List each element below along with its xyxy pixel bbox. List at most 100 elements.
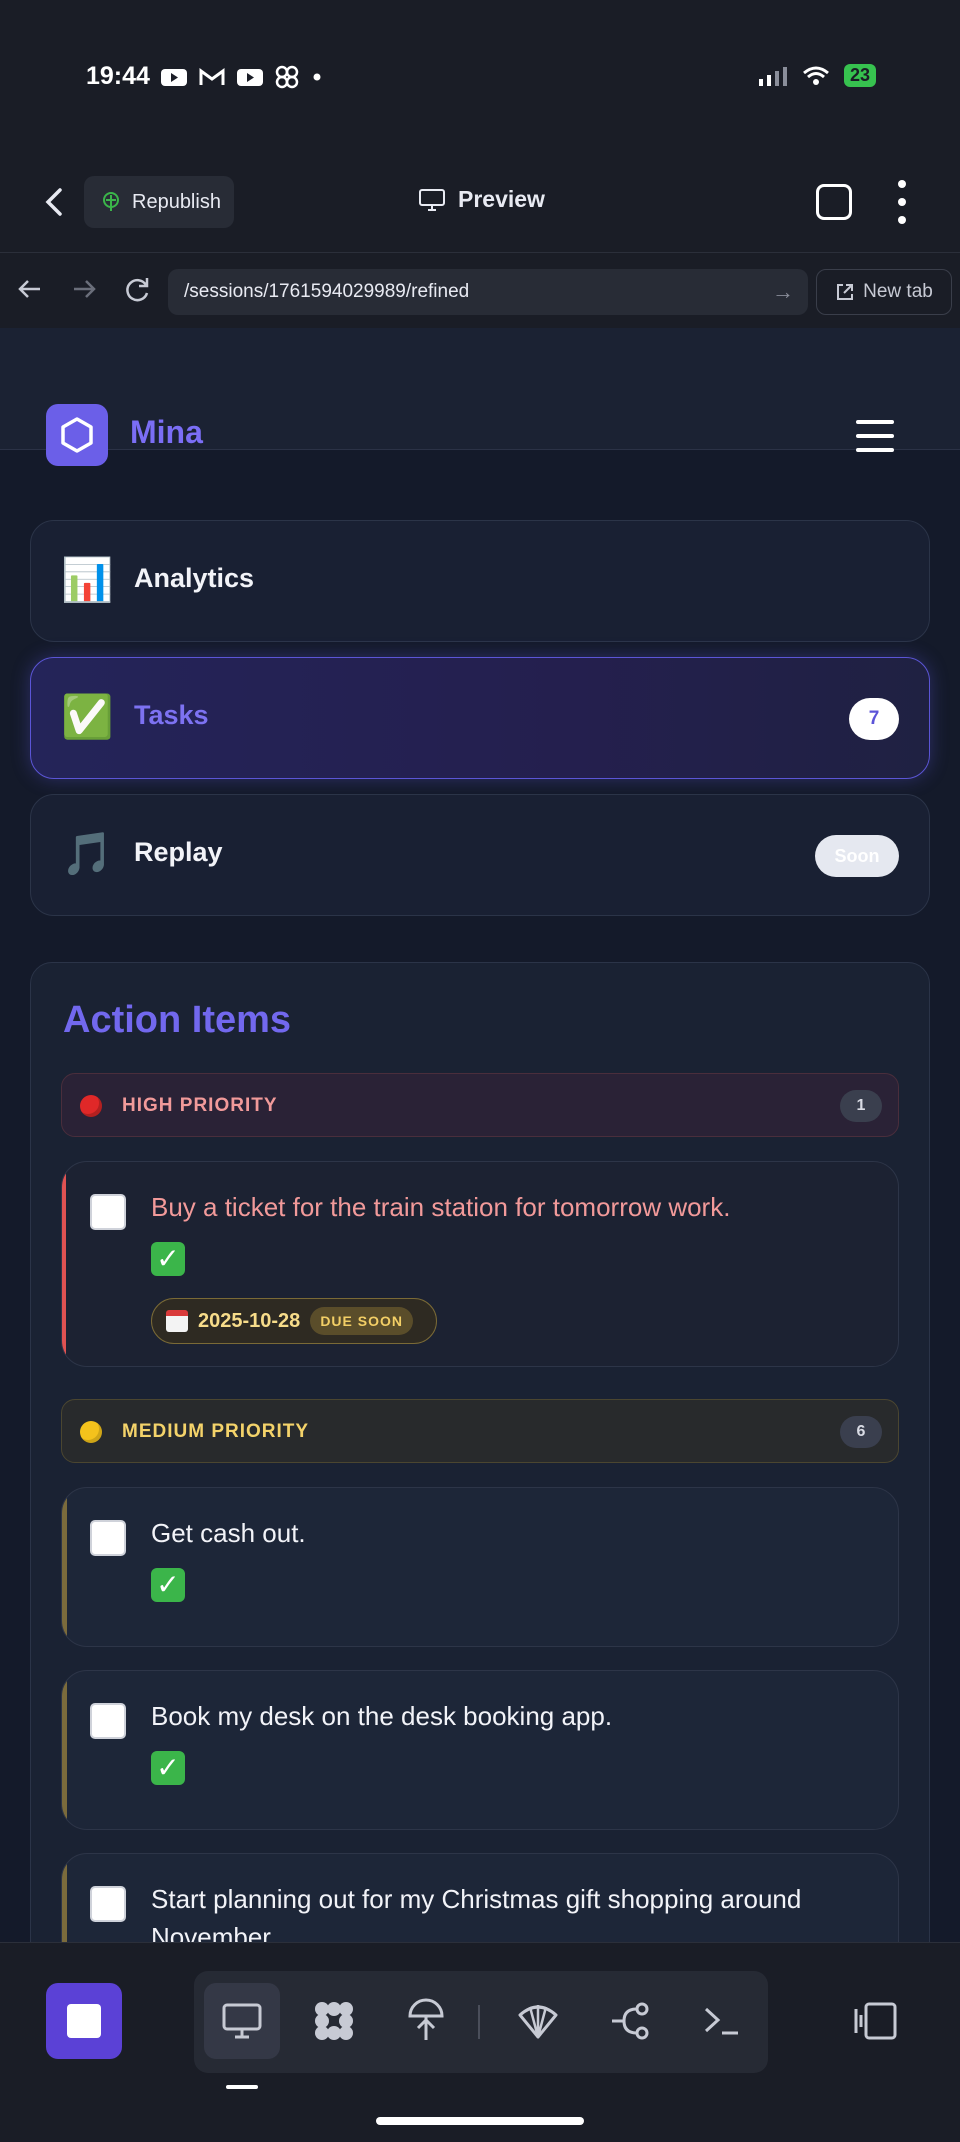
- app-icon: [275, 65, 299, 89]
- task-text: Buy a ticket for the train station for t…: [151, 1192, 731, 1222]
- brand-name: Mina: [130, 414, 203, 450]
- task-text: Book my desk on the desk booking app.: [151, 1701, 613, 1731]
- status-time: 19:44: [86, 62, 150, 90]
- battery-indicator: 23: [843, 64, 876, 87]
- divider: [478, 2005, 480, 2039]
- new-tab-label: New tab: [863, 281, 933, 302]
- workflow-tool[interactable]: [296, 1983, 372, 2059]
- tasks-count-badge: 7: [849, 698, 899, 740]
- preview-tool[interactable]: [204, 1983, 280, 2059]
- nav-forward-icon[interactable]: [70, 275, 98, 309]
- app-logo[interactable]: [46, 404, 108, 466]
- check-mark-icon: ✓: [151, 1242, 185, 1276]
- external-link-icon: [837, 284, 854, 300]
- dot-icon: [313, 73, 321, 81]
- new-tab-button[interactable]: New tab: [816, 269, 952, 315]
- stop-icon: [67, 2004, 101, 2038]
- nav-card-label: Tasks: [134, 700, 209, 730]
- check-icon: ✅: [61, 693, 114, 740]
- system-indicators: 23: [758, 64, 876, 87]
- notification-icons: [160, 64, 324, 90]
- monitor-icon: [222, 2003, 262, 2039]
- wifi-icon: [803, 66, 829, 85]
- check-mark-icon: ✓: [151, 1568, 185, 1602]
- high-priority-header[interactable]: HIGH PRIORITY 1: [61, 1073, 899, 1137]
- youtube-icon: [237, 69, 263, 86]
- task-item: Book my desk on the desk booking app. ✓: [61, 1670, 899, 1830]
- go-arrow-icon[interactable]: →: [772, 269, 794, 315]
- stop-button[interactable]: [46, 1983, 122, 2059]
- yellow-circle-icon: [80, 1421, 102, 1443]
- due-date-chip: 2025-10-28 DUE SOON: [151, 1298, 437, 1344]
- sidebar-toggle-icon[interactable]: [852, 2001, 898, 2046]
- app-header: Republish Preview: [0, 150, 960, 252]
- page-viewport: Mina 📊 Analytics ✅ Tasks 7 🎵 Replay Soon…: [0, 328, 960, 1942]
- chevron-left-icon: [45, 188, 62, 216]
- tabs-icon[interactable]: [816, 184, 852, 220]
- due-soon-tag: DUE SOON: [310, 1307, 413, 1335]
- republish-label: Republish: [132, 190, 221, 213]
- url-text: /sessions/1761594029989/refined: [184, 281, 470, 302]
- back-button[interactable]: [38, 184, 74, 220]
- action-items-panel: Action Items HIGH PRIORITY 1 Buy a ticke…: [30, 962, 930, 1942]
- terminal-tool[interactable]: [684, 1983, 760, 2059]
- tool-group: [194, 1971, 768, 2073]
- task-item: Get cash out. ✓: [61, 1487, 899, 1647]
- grid-blob-icon: [315, 2002, 353, 2040]
- themes-tool[interactable]: [500, 1983, 576, 2059]
- browser-url-bar: /sessions/1761594029989/refined → New ta…: [0, 252, 960, 328]
- youtube-icon: [161, 69, 187, 86]
- task-checkbox[interactable]: [90, 1886, 126, 1922]
- priority-title: MEDIUM PRIORITY: [122, 1421, 310, 1442]
- priority-bar: [62, 1854, 67, 1942]
- page-header: Mina: [0, 328, 960, 466]
- calendar-icon: [166, 1310, 188, 1332]
- task-text: Start planning out for my Christmas gift…: [151, 1884, 802, 1942]
- nav-card-label: Analytics: [134, 563, 255, 593]
- soon-badge: Soon: [815, 835, 899, 877]
- hexagon-icon: [61, 417, 93, 453]
- publish-tool[interactable]: [388, 1983, 464, 2059]
- branch-icon: [612, 2002, 649, 2040]
- task-checkbox[interactable]: [90, 1194, 126, 1230]
- republish-button[interactable]: Republish: [84, 176, 234, 228]
- status-bar: 19:44 23: [0, 0, 960, 150]
- action-items-title: Action Items: [63, 999, 292, 1041]
- connections-tool[interactable]: [592, 1983, 668, 2059]
- task-item: Buy a ticket for the train station for t…: [61, 1161, 899, 1367]
- more-options-icon[interactable]: [896, 180, 908, 224]
- nav-back-icon[interactable]: [16, 275, 44, 309]
- parachute-icon: [408, 1998, 444, 2040]
- music-note-icon: 🎵: [61, 830, 114, 877]
- gmail-icon: [199, 68, 225, 85]
- priority-bar: [62, 1671, 67, 1829]
- monitor-icon: [419, 188, 445, 211]
- url-input[interactable]: /sessions/1761594029989/refined →: [168, 269, 808, 315]
- task-checkbox[interactable]: [90, 1520, 126, 1556]
- preview-toggle[interactable]: Preview: [418, 186, 545, 213]
- red-circle-icon: [80, 1095, 102, 1117]
- nav-card-analytics[interactable]: 📊 Analytics: [30, 520, 930, 642]
- priority-count: 1: [840, 1090, 882, 1122]
- chart-icon: 📊: [61, 556, 114, 603]
- nav-card-tasks[interactable]: ✅ Tasks 7: [30, 657, 930, 779]
- task-checkbox[interactable]: [90, 1703, 126, 1739]
- nav-card-replay[interactable]: 🎵 Replay Soon: [30, 794, 930, 916]
- shell-icon: [518, 2005, 558, 2039]
- publish-icon: [103, 192, 119, 211]
- signal-icon: [758, 66, 787, 86]
- home-indicator[interactable]: [376, 2117, 584, 2125]
- reload-icon[interactable]: [122, 275, 152, 311]
- preview-label: Preview: [458, 186, 545, 212]
- terminal-icon: [704, 2007, 738, 2035]
- active-tool-indicator: [226, 2085, 258, 2089]
- medium-priority-header[interactable]: MEDIUM PRIORITY 6: [61, 1399, 899, 1463]
- priority-count: 6: [840, 1416, 882, 1448]
- bottom-dock: [0, 1942, 960, 2142]
- priority-bar: [62, 1162, 66, 1366]
- nav-card-label: Replay: [134, 837, 223, 867]
- check-mark-icon: ✓: [151, 1751, 185, 1785]
- hamburger-menu-icon[interactable]: [856, 420, 894, 452]
- task-item: Start planning out for my Christmas gift…: [61, 1853, 899, 1942]
- due-date: 2025-10-28: [198, 1309, 301, 1332]
